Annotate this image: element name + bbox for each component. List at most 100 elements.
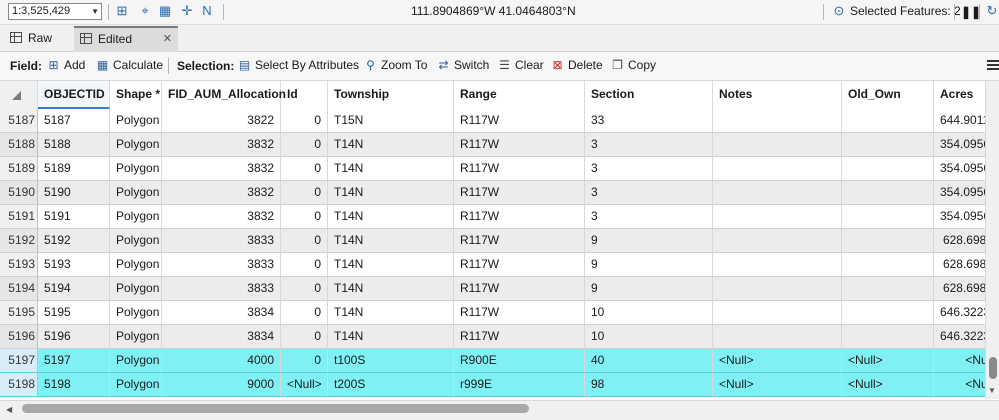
cell-notes[interactable]: <Null> — [713, 373, 842, 397]
cell-range[interactable]: R117W — [454, 301, 585, 325]
table-row[interactable]: 5187 5187 Polygon 3822 0 T15N R117W 33 644.90119 — [0, 109, 999, 133]
cell-township[interactable]: T15N — [328, 109, 454, 133]
cell-range[interactable]: R117W — [454, 229, 585, 253]
cell-id[interactable]: 0 — [281, 109, 328, 133]
cell-id[interactable]: 0 — [281, 205, 328, 229]
cell-shape[interactable]: Polygon — [110, 133, 162, 157]
cell-range[interactable]: R117W — [454, 109, 585, 133]
cell-shape[interactable]: Polygon — [110, 373, 162, 397]
table-row[interactable]: 5192 5192 Polygon 3833 0 T14N R117W 9 628.6984 — [0, 229, 999, 253]
cell-objectid[interactable]: 5195 — [38, 301, 110, 325]
cell-id[interactable]: 0 — [281, 133, 328, 157]
cell-range[interactable]: R900E — [454, 349, 585, 373]
row-number[interactable]: 5194 — [0, 277, 38, 301]
cell-section[interactable]: 40 — [585, 349, 713, 373]
cell-notes[interactable] — [713, 229, 842, 253]
cell-notes[interactable] — [713, 157, 842, 181]
cell-township[interactable]: T14N — [328, 205, 454, 229]
cell-range[interactable]: R117W — [454, 325, 585, 349]
selection-zoom-icon[interactable]: ⊙ — [832, 4, 846, 18]
cell-old-own[interactable] — [842, 253, 934, 277]
cell-shape[interactable]: Polygon — [110, 253, 162, 277]
cell-shape[interactable]: Polygon — [110, 109, 162, 133]
table-row[interactable]: 5190 5190 Polygon 3832 0 T14N R117W 3 354.09567 — [0, 181, 999, 205]
cell-township[interactable]: T14N — [328, 325, 454, 349]
delete-button[interactable]: ⊠ Delete — [551, 58, 602, 74]
cell-notes[interactable] — [713, 253, 842, 277]
constraint-icon[interactable]: ⌖ — [138, 4, 152, 18]
cell-notes[interactable] — [713, 325, 842, 349]
chevron-down-icon[interactable]: ▼ — [91, 4, 99, 19]
column-header-fid-aum-allocation[interactable]: FID_AUM_Allocation — [162, 81, 286, 109]
cell-old-own[interactable] — [842, 181, 934, 205]
cell-objectid[interactable]: 5196 — [38, 325, 110, 349]
clear-button[interactable]: ☰ Clear — [498, 58, 544, 74]
cell-township[interactable]: t100S — [328, 349, 454, 373]
row-number[interactable]: 5189 — [0, 157, 38, 181]
cell-old-own[interactable] — [842, 229, 934, 253]
cell-id[interactable]: 0 — [281, 157, 328, 181]
grid-icon[interactable]: ▦ — [158, 4, 172, 18]
table-row-selected[interactable]: 5197 5197 Polygon 4000 0 t100S R900E 40 <Null> <N… — [0, 349, 999, 373]
row-number[interactable]: 5192 — [0, 229, 38, 253]
cell-id[interactable]: 0 — [281, 349, 328, 373]
row-number[interactable]: 5196 — [0, 325, 38, 349]
menu-icon[interactable] — [987, 60, 999, 62]
cell-shape[interactable]: Polygon — [110, 325, 162, 349]
cell-township[interactable]: T14N — [328, 181, 454, 205]
cell-township[interactable]: T14N — [328, 301, 454, 325]
cell-objectid[interactable]: 5198 — [38, 373, 110, 397]
cell-range[interactable]: R117W — [454, 277, 585, 301]
cell-objectid[interactable]: 5192 — [38, 229, 110, 253]
cell-id[interactable]: 0 — [281, 301, 328, 325]
cell-range[interactable]: R117W — [454, 133, 585, 157]
cell-old-own[interactable] — [842, 109, 934, 133]
cell-township[interactable]: T14N — [328, 277, 454, 301]
cell-notes[interactable] — [713, 205, 842, 229]
cell-notes[interactable] — [713, 181, 842, 205]
cell-objectid[interactable]: 5188 — [38, 133, 110, 157]
cell-fid-aum-allocation[interactable]: 3832 — [162, 205, 281, 229]
cell-fid-aum-allocation[interactable]: 3832 — [162, 157, 281, 181]
cell-notes[interactable] — [713, 277, 842, 301]
cell-old-own[interactable] — [842, 157, 934, 181]
scroll-down-arrow-icon[interactable]: ▼ — [988, 386, 996, 395]
row-number[interactable]: 5188 — [0, 133, 38, 157]
cell-objectid[interactable]: 5189 — [38, 157, 110, 181]
crosshair-icon[interactable]: ✛ — [180, 4, 194, 18]
calculate-button[interactable]: ▦ Calculate — [96, 58, 163, 74]
cell-section[interactable]: 33 — [585, 109, 713, 133]
cell-objectid[interactable]: 5191 — [38, 205, 110, 229]
horizontal-scroll-thumb[interactable] — [22, 404, 529, 413]
cell-fid-aum-allocation[interactable]: 3822 — [162, 109, 281, 133]
table-row-selected[interactable]: 5198 5198 Polygon 9000 <Null> t200S r999E 98 <Nu… — [0, 373, 999, 397]
column-header-range[interactable]: Range — [454, 81, 585, 109]
cell-fid-aum-allocation[interactable]: 3832 — [162, 181, 281, 205]
row-number[interactable]: 5193 — [0, 253, 38, 277]
cell-objectid[interactable]: 5194 — [38, 277, 110, 301]
column-header-notes[interactable]: Notes — [713, 81, 842, 109]
cell-section[interactable]: 3 — [585, 205, 713, 229]
cell-old-own[interactable]: <Null> — [842, 373, 934, 397]
cell-old-own[interactable] — [842, 277, 934, 301]
cell-old-own[interactable] — [842, 133, 934, 157]
cell-township[interactable]: T14N — [328, 253, 454, 277]
cell-id[interactable]: 0 — [281, 325, 328, 349]
select-by-attributes-button[interactable]: ▤ Select By Attributes — [238, 58, 359, 74]
north-arrow-icon[interactable]: N — [200, 4, 214, 18]
cell-notes[interactable]: <Null> — [713, 349, 842, 373]
cell-shape[interactable]: Polygon — [110, 277, 162, 301]
cell-section[interactable]: 3 — [585, 181, 713, 205]
row-number[interactable]: 5198 — [0, 373, 38, 397]
cell-range[interactable]: R117W — [454, 205, 585, 229]
cell-shape[interactable]: Polygon — [110, 205, 162, 229]
cell-township[interactable]: T14N — [328, 229, 454, 253]
cell-old-own[interactable] — [842, 205, 934, 229]
column-header-objectid[interactable]: OBJECTID * — [38, 81, 110, 127]
cell-township[interactable]: t200S — [328, 373, 454, 397]
cell-fid-aum-allocation[interactable]: 3832 — [162, 133, 281, 157]
cell-id[interactable]: 0 — [281, 181, 328, 205]
scroll-left-arrow-icon[interactable]: ◀ — [6, 405, 12, 414]
cell-fid-aum-allocation[interactable]: 3834 — [162, 325, 281, 349]
cell-shape[interactable]: Polygon — [110, 157, 162, 181]
